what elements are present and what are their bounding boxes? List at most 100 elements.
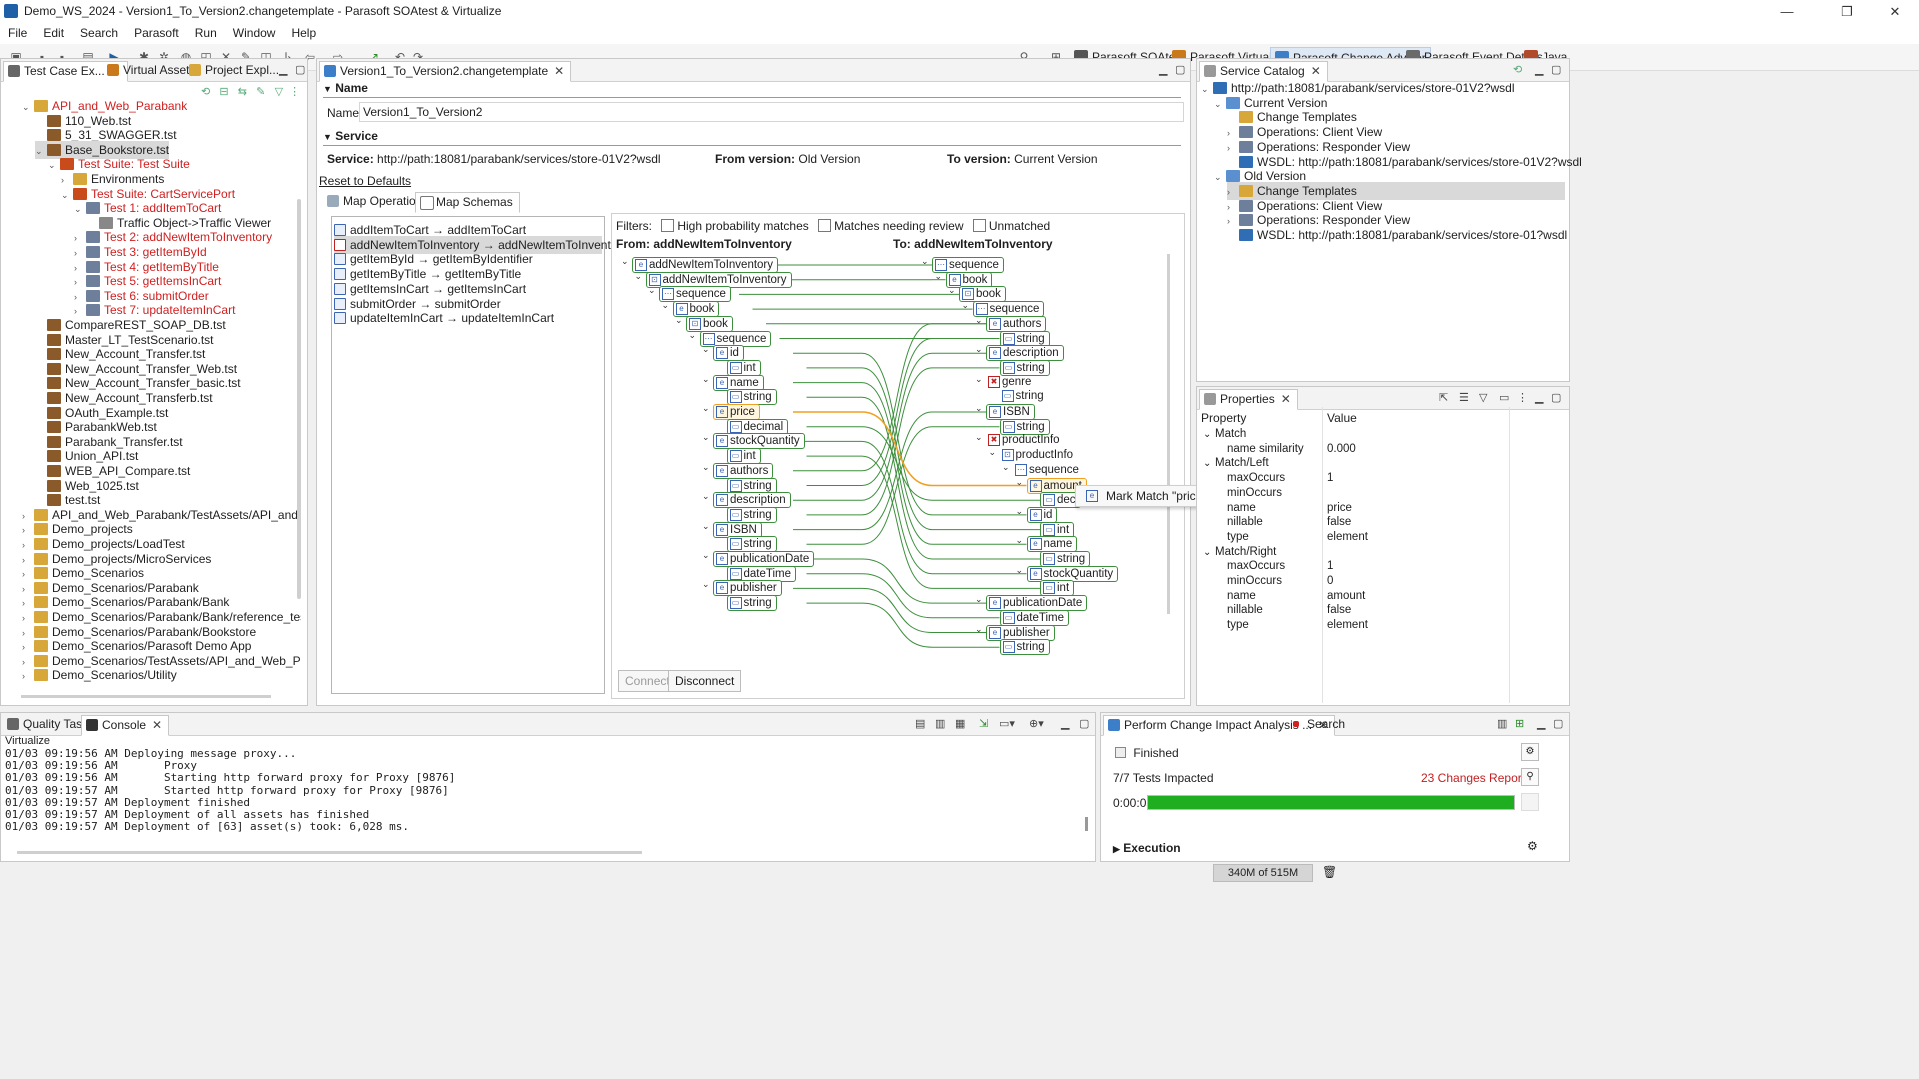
- open-report-button[interactable]: ⚙: [1521, 743, 1539, 761]
- minimize-view-icon[interactable]: ▁: [1535, 391, 1543, 404]
- to-schema-node[interactable]: e publicationDate: [986, 595, 1088, 612]
- chevron-down-icon[interactable]: ⌄: [975, 403, 983, 414]
- tab-properties[interactable]: Properties ✕: [1199, 389, 1298, 410]
- chevron-down-icon[interactable]: ⌄: [975, 432, 983, 443]
- close-window-button[interactable]: ✕: [1873, 2, 1917, 22]
- minimize-view-icon[interactable]: ▁: [279, 63, 287, 76]
- property-row[interactable]: ⌄ Match: [1197, 427, 1567, 442]
- chevron-down-icon[interactable]: ⌄: [1016, 506, 1024, 517]
- tab-search[interactable]: Search: [1287, 715, 1351, 734]
- minimize-button[interactable]: —: [1765, 2, 1809, 22]
- chevron-down-icon[interactable]: ⌄: [1203, 545, 1211, 560]
- view-changes-button[interactable]: ⚲: [1521, 768, 1539, 786]
- categories-icon[interactable]: ☰: [1459, 391, 1469, 404]
- property-row[interactable]: minOccurs: [1197, 486, 1567, 501]
- console-scrollbar[interactable]: [1085, 817, 1088, 831]
- chevron-down-icon[interactable]: ⌄: [975, 594, 983, 605]
- property-row[interactable]: name price: [1197, 501, 1567, 516]
- menu-edit[interactable]: Edit: [35, 24, 72, 40]
- to-schema-node[interactable]: e publisher: [986, 624, 1055, 641]
- tab-map-schemas[interactable]: Map Schemas: [415, 192, 520, 213]
- new-view-icon[interactable]: ⊞: [1515, 717, 1524, 730]
- to-schema-node[interactable]: ▭ string: [999, 418, 1050, 435]
- to-schema-node[interactable]: ▭ dateTime: [999, 609, 1070, 626]
- menu-run[interactable]: Run: [187, 24, 225, 40]
- delete-icon[interactable]: ▥: [1497, 717, 1507, 730]
- catalog-item[interactable]: WSDL: http://path:18081/parabank/service…: [1227, 226, 1567, 244]
- chevron-down-icon[interactable]: ⌄: [1214, 95, 1226, 113]
- to-schema-node[interactable]: ✖ genre: [986, 375, 1035, 389]
- stop-button[interactable]: [1521, 793, 1539, 811]
- chevron-down-icon[interactable]: ⌄: [1002, 462, 1010, 473]
- property-row[interactable]: ⌄ Match/Left: [1197, 456, 1567, 471]
- chevron-down-icon[interactable]: ⌄: [921, 256, 929, 267]
- menu-search[interactable]: Search: [72, 24, 126, 40]
- name-section-header[interactable]: ▼ Name: [323, 81, 368, 95]
- to-schema-node[interactable]: ⋯ sequence: [1013, 463, 1083, 477]
- clear-console-icon[interactable]: ▤: [915, 717, 925, 730]
- close-icon[interactable]: ✕: [554, 64, 564, 78]
- tab-project-explorer[interactable]: Project Expl...: [185, 61, 285, 80]
- console-hscrollbar[interactable]: [17, 851, 642, 854]
- to-schema-node[interactable]: ⋯ sequence: [932, 257, 1004, 273]
- tree-hscrollbar[interactable]: [21, 695, 271, 698]
- to-schema-node[interactable]: ▭ string: [1040, 551, 1091, 567]
- maximize-view-icon[interactable]: ▢: [1553, 717, 1563, 730]
- to-schema-node[interactable]: e description: [986, 345, 1064, 362]
- menu-help[interactable]: Help: [283, 24, 324, 40]
- maximize-view-icon[interactable]: ▢: [1551, 63, 1561, 76]
- to-schema-node[interactable]: e ISBN: [986, 404, 1035, 420]
- chevron-down-icon[interactable]: ⌄: [975, 344, 983, 355]
- pin-icon[interactable]: ⇱: [1439, 391, 1448, 404]
- word-wrap-icon[interactable]: ▦: [955, 717, 965, 730]
- to-schema-node[interactable]: ⊡ productInfo: [1000, 448, 1078, 462]
- to-schema-node[interactable]: ▭ int: [1040, 521, 1075, 538]
- chevron-down-icon[interactable]: ⌄: [74, 200, 86, 218]
- property-row[interactable]: maxOccurs 1: [1197, 559, 1567, 574]
- maximize-view-icon[interactable]: ▢: [295, 63, 305, 76]
- execution-settings-icon[interactable]: ⚙: [1527, 839, 1538, 853]
- reset-to-defaults-link[interactable]: Reset to Defaults: [319, 174, 411, 188]
- close-icon[interactable]: ✕: [1311, 64, 1321, 78]
- minimize-view-icon[interactable]: ▁: [1537, 717, 1545, 730]
- chevron-down-icon[interactable]: ⌄: [975, 624, 983, 635]
- property-column-header[interactable]: Property: [1201, 409, 1321, 427]
- property-row[interactable]: maxOccurs 1: [1197, 471, 1567, 486]
- chevron-down-icon[interactable]: ⌄: [35, 142, 47, 160]
- to-schema-node[interactable]: ▭ string: [1000, 389, 1048, 403]
- to-schema-node[interactable]: ▭ string: [999, 359, 1050, 376]
- operation-item[interactable]: updateItemInCart → updateItemInCart: [334, 309, 602, 327]
- chevron-down-icon[interactable]: ⌄: [1201, 80, 1213, 98]
- view-menu-icon[interactable]: ⋮: [1517, 391, 1528, 404]
- maximize-view-icon[interactable]: ▢: [1175, 63, 1185, 76]
- chevron-down-icon[interactable]: ⌄: [975, 374, 983, 385]
- close-icon[interactable]: ✕: [1281, 392, 1291, 406]
- open-console-icon[interactable]: ⊕▾: [1029, 717, 1044, 730]
- disconnect-button[interactable]: Disconnect: [668, 670, 742, 692]
- chevron-down-icon[interactable]: ⌄: [48, 156, 60, 174]
- tree-item[interactable]: › Demo_Scenarios/Utility: [22, 666, 177, 684]
- tab-console[interactable]: Console ✕: [81, 715, 170, 736]
- property-row[interactable]: type element: [1197, 530, 1567, 545]
- to-schema-node[interactable]: ⋯ sequence: [972, 301, 1045, 318]
- chevron-down-icon[interactable]: ⌄: [22, 98, 34, 116]
- tab-changetemplate[interactable]: Version1_To_Version2.changetemplate ✕: [319, 61, 572, 82]
- menu-file[interactable]: File: [0, 24, 35, 40]
- chevron-down-icon[interactable]: ⌄: [1016, 535, 1024, 546]
- menu-window[interactable]: Window: [225, 24, 284, 40]
- minimize-view-icon[interactable]: ▁: [1061, 717, 1069, 730]
- to-schema-node[interactable]: e id: [1026, 506, 1058, 523]
- filter-icon[interactable]: ▽: [1479, 391, 1487, 404]
- property-row[interactable]: nillable false: [1197, 603, 1567, 618]
- minimize-view-icon[interactable]: ▁: [1535, 63, 1543, 76]
- close-icon[interactable]: ✕: [152, 718, 162, 732]
- maximize-view-icon[interactable]: ▢: [1079, 717, 1089, 730]
- maximize-button[interactable]: ❐: [1825, 2, 1869, 22]
- service-section-header[interactable]: ▼ Service: [323, 129, 378, 143]
- to-schema-node[interactable]: ▭ int: [1040, 580, 1075, 597]
- chevron-down-icon[interactable]: ⌄: [1203, 456, 1211, 471]
- mapping-scrollbar[interactable]: [1167, 254, 1170, 614]
- property-row[interactable]: minOccurs 0: [1197, 574, 1567, 589]
- chevron-down-icon[interactable]: ⌄: [962, 300, 970, 311]
- property-row[interactable]: name amount: [1197, 589, 1567, 604]
